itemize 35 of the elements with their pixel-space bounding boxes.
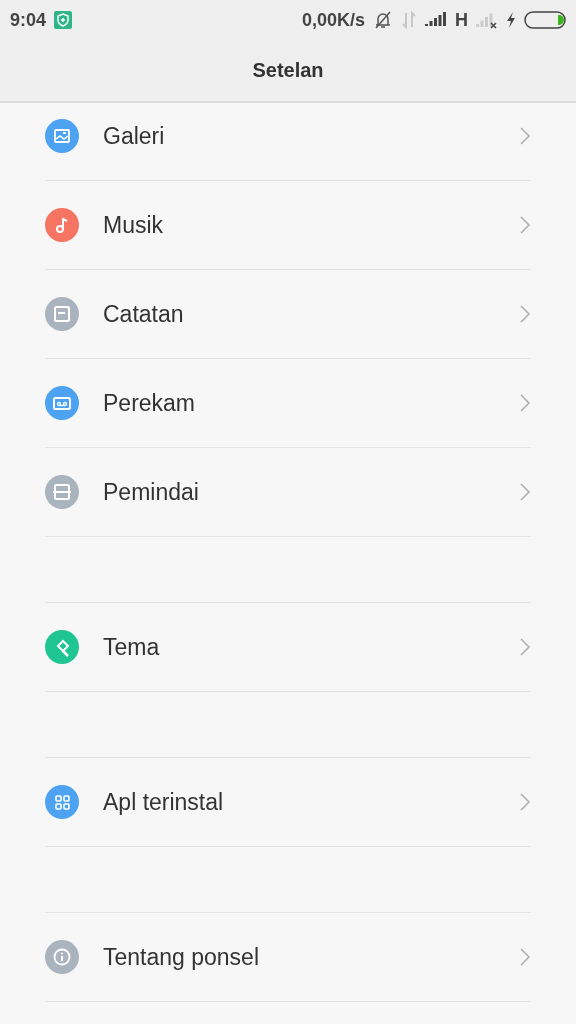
music-note-icon	[45, 208, 79, 242]
settings-item[interactable]: Catatan	[45, 270, 531, 359]
network-type: H	[455, 9, 468, 31]
settings-item[interactable]: Apl terinstal	[45, 758, 531, 847]
info-icon	[45, 940, 79, 974]
settings-item[interactable]: Tema	[45, 603, 531, 692]
no-signal-icon	[476, 11, 498, 29]
chevron-right-icon	[519, 393, 531, 413]
settings-item[interactable]: Pemindai	[45, 448, 531, 537]
cassette-icon	[45, 386, 79, 420]
shield-icon	[54, 11, 73, 29]
chevron-right-icon	[519, 304, 531, 324]
chevron-right-icon	[519, 482, 531, 502]
paint-roller-icon	[45, 630, 79, 664]
settings-item[interactable]: Galeri	[45, 103, 531, 181]
screen-title: Setelan	[251, 58, 325, 83]
settings-item[interactable]: Musik	[45, 181, 531, 270]
charging-bolt-icon	[506, 12, 516, 28]
signal-icon	[425, 12, 447, 28]
scanner-icon	[45, 475, 79, 509]
chevron-right-icon	[519, 792, 531, 812]
chevron-right-icon	[519, 215, 531, 235]
chevron-right-icon	[519, 947, 531, 967]
picture-frame-icon	[45, 119, 79, 153]
muted-bell-icon	[373, 10, 393, 30]
note-icon	[45, 297, 79, 331]
clock-time: 9:04	[10, 9, 47, 31]
data-arrows-icon	[401, 11, 417, 29]
chevron-right-icon	[519, 637, 531, 657]
network-speed: 0,00K/s	[301, 9, 365, 31]
settings-item[interactable]: Perekam	[45, 359, 531, 448]
chevron-right-icon	[519, 126, 531, 146]
grid-icon	[45, 785, 79, 819]
settings-item[interactable]: Tentang ponsel	[45, 913, 531, 1002]
battery-icon	[524, 11, 566, 29]
